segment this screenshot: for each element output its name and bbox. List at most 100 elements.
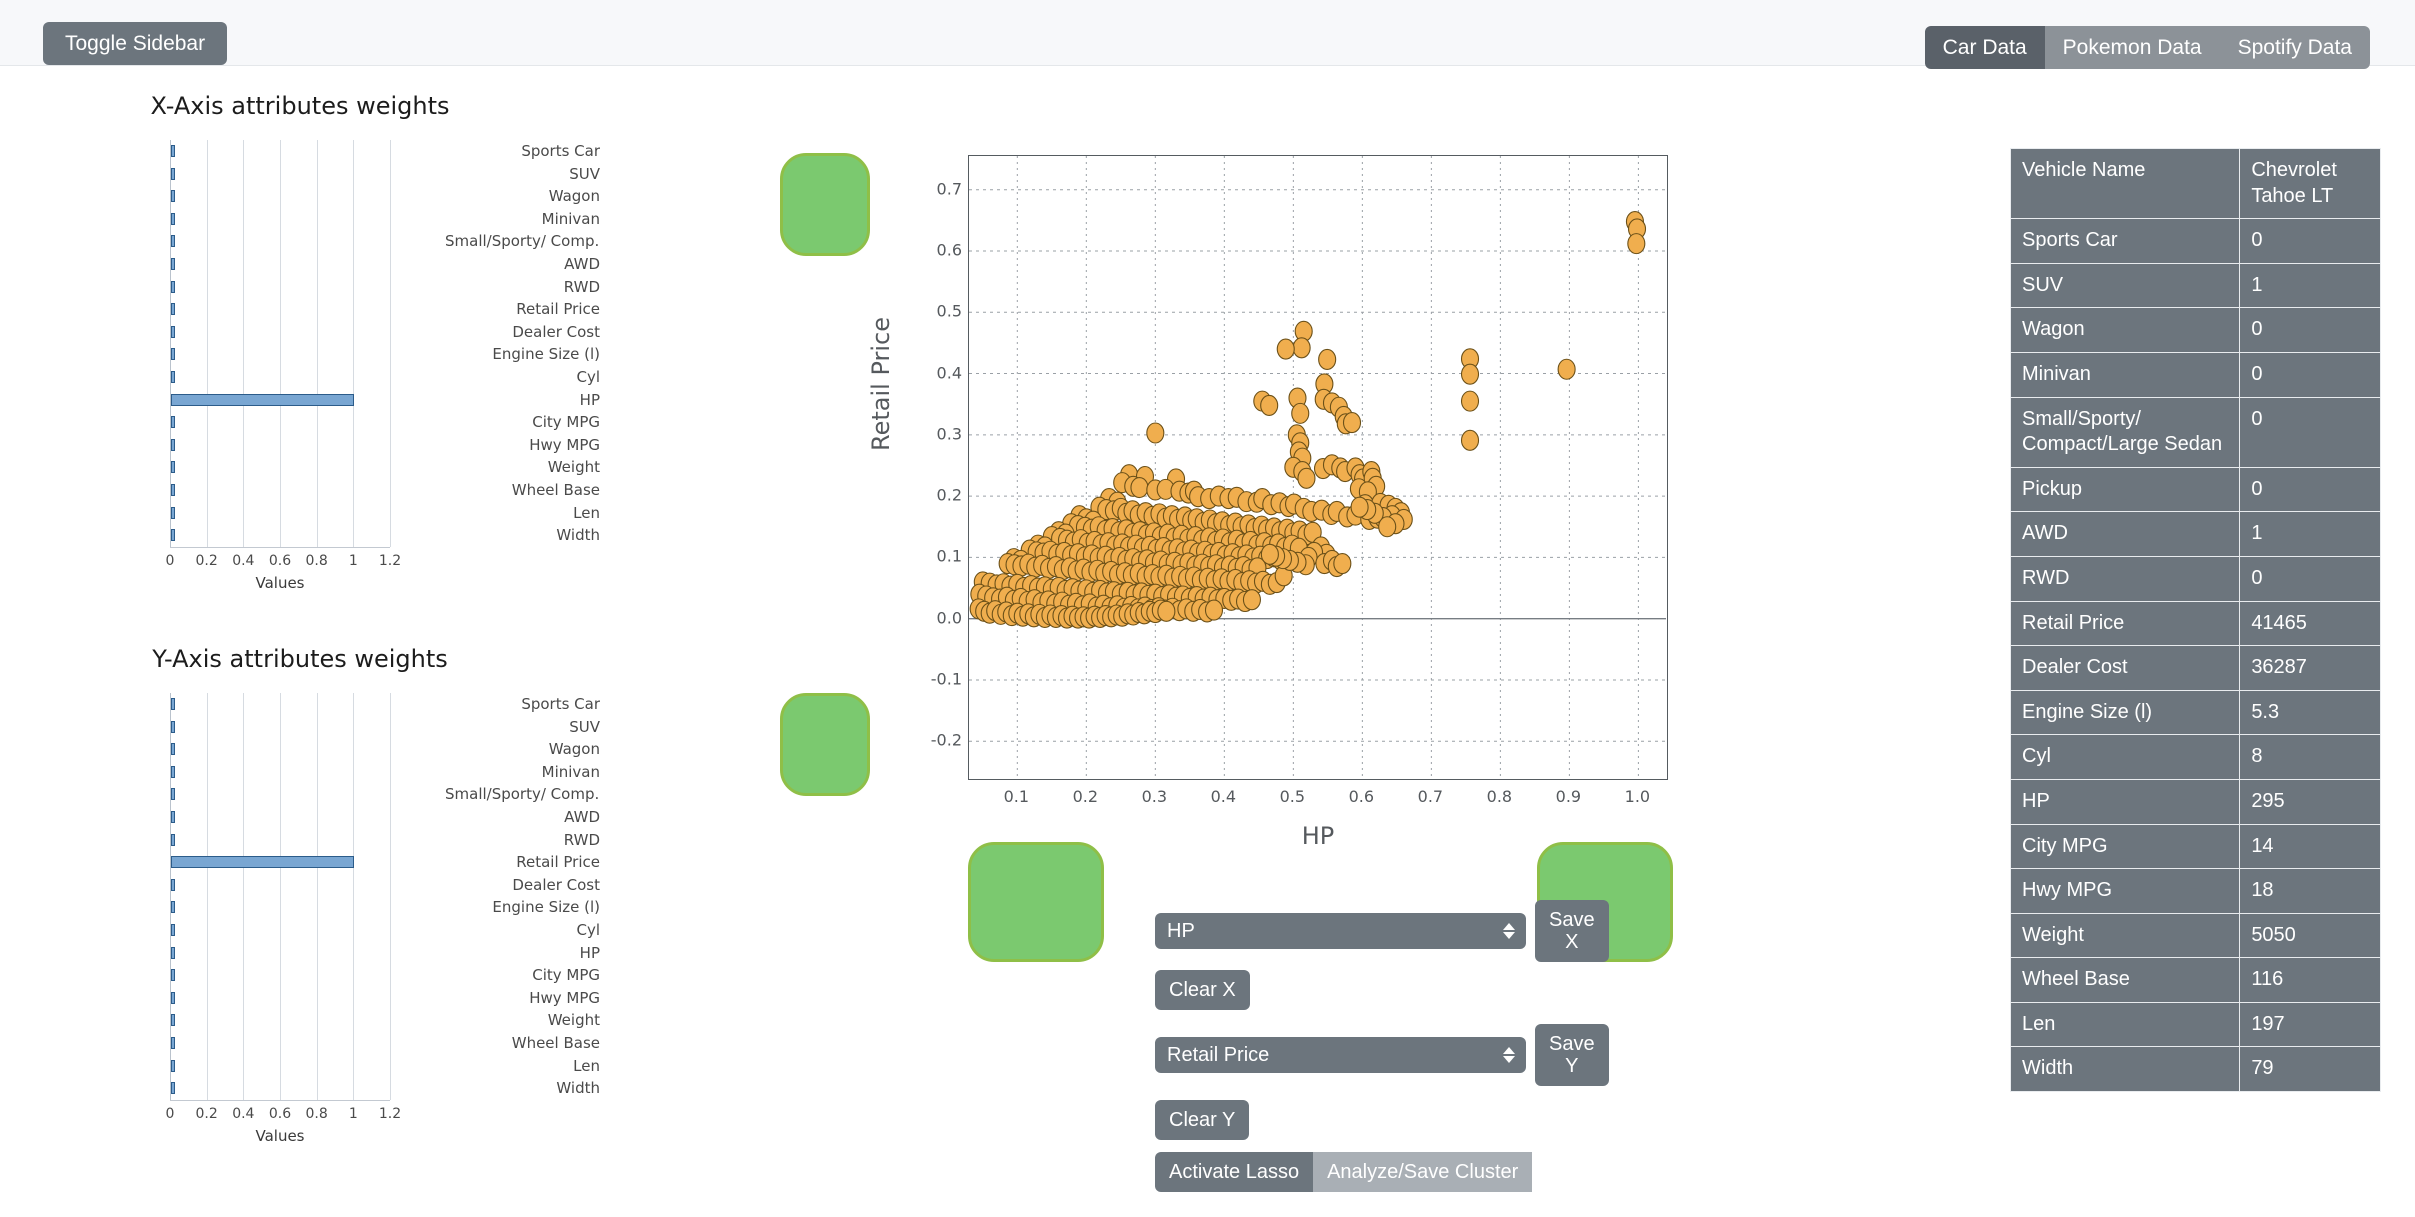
- y-weight-row[interactable]: Len: [0, 1054, 600, 1078]
- clear-x-button[interactable]: Clear X: [1155, 970, 1250, 1010]
- scatter-point[interactable]: [1318, 348, 1337, 371]
- y-weight-bar[interactable]: [171, 1082, 175, 1095]
- y-weight-bar[interactable]: [171, 743, 175, 756]
- scatter-point[interactable]: [1292, 337, 1311, 359]
- scatter-point[interactable]: [1260, 394, 1279, 416]
- y-weight-row[interactable]: HP: [0, 941, 600, 965]
- y-weight-row[interactable]: Wagon: [0, 738, 600, 761]
- y-weight-bar[interactable]: [171, 765, 175, 778]
- y-weight-row[interactable]: RWD: [0, 828, 600, 852]
- clear-y-button[interactable]: Clear Y: [1155, 1100, 1250, 1140]
- blob-bottom-left[interactable]: [968, 842, 1104, 962]
- scatter-plot[interactable]: -0.2 -0.1 0.0 0.1 0.2 0.3 0.4 0.5 0.6 0.7 0.1 0.2 0…: [931, 155, 1668, 806]
- x-weight-row[interactable]: HP: [0, 388, 600, 412]
- scatter-point[interactable]: [1276, 338, 1295, 360]
- y-weight-row[interactable]: Width: [0, 1077, 600, 1100]
- y-weight-bar[interactable]: [171, 969, 175, 982]
- scatter-point[interactable]: [1378, 516, 1397, 538]
- scatter-point[interactable]: [1460, 429, 1480, 451]
- y-weight-bar[interactable]: [171, 923, 175, 936]
- x-weight-bar[interactable]: [171, 280, 175, 293]
- x-weight-bar[interactable]: [171, 438, 175, 451]
- y-weight-row[interactable]: Weight: [0, 1009, 600, 1032]
- y-weight-row[interactable]: Sports Car: [0, 693, 600, 716]
- scatter-point[interactable]: [1460, 390, 1480, 412]
- x-weight-bar[interactable]: [171, 145, 175, 157]
- save-y-button[interactable]: Save Y: [1535, 1024, 1609, 1086]
- y-weight-row[interactable]: Minivan: [0, 760, 600, 784]
- x-weight-row[interactable]: SUV: [0, 162, 600, 186]
- x-weight-bar[interactable]: [171, 303, 175, 316]
- y-weight-row[interactable]: Cyl: [0, 918, 600, 942]
- save-x-button[interactable]: Save X: [1535, 900, 1609, 962]
- x-weight-bar[interactable]: [171, 257, 175, 270]
- scatter-point[interactable]: [1146, 422, 1165, 444]
- y-weight-row[interactable]: Wheel Base: [0, 1031, 600, 1055]
- y-weight-bar[interactable]: [171, 788, 175, 801]
- y-weight-row[interactable]: Engine Size (l): [0, 896, 600, 919]
- x-weight-row[interactable]: AWD: [0, 252, 600, 276]
- x-weight-row[interactable]: Small/Sporty/ Comp...: [0, 230, 600, 253]
- x-attribute-select[interactable]: Sports CarSUVWagonMinivanSmall/Sporty/ C…: [1155, 913, 1526, 949]
- x-weight-bar[interactable]: [171, 416, 175, 429]
- scatter-point[interactable]: [1342, 412, 1362, 434]
- analyze-save-cluster-button[interactable]: Analyze/Save Cluster: [1313, 1152, 1533, 1192]
- scatter-point[interactable]: [1627, 233, 1646, 255]
- y-weight-bar[interactable]: [171, 901, 175, 914]
- x-weight-row[interactable]: Engine Size (l): [0, 343, 600, 366]
- activate-lasso-button[interactable]: Activate Lasso: [1155, 1152, 1314, 1192]
- y-weight-row[interactable]: Small/Sporty/ Comp...: [0, 783, 600, 806]
- blob-mid-left[interactable]: [780, 693, 870, 796]
- y-weight-bar[interactable]: [171, 810, 175, 823]
- x-weight-row[interactable]: Retail Price: [0, 298, 600, 321]
- y-weight-row[interactable]: AWD: [0, 805, 600, 829]
- x-weight-bar[interactable]: [171, 529, 175, 542]
- x-weight-bar[interactable]: [171, 212, 175, 225]
- scatter-point[interactable]: [1130, 476, 1149, 499]
- x-weight-bar[interactable]: [171, 167, 175, 180]
- y-weight-bar[interactable]: [171, 878, 175, 891]
- x-weight-row[interactable]: Wagon: [0, 185, 600, 208]
- toggle-sidebar-button[interactable]: Toggle Sidebar: [43, 22, 228, 65]
- x-weight-bar[interactable]: [171, 461, 175, 474]
- y-weight-bar[interactable]: [171, 946, 175, 959]
- y-weight-bar[interactable]: [171, 1036, 175, 1049]
- scatter-point[interactable]: [1350, 496, 1369, 518]
- scatter-point[interactable]: [1333, 552, 1352, 575]
- scatter-point[interactable]: [1297, 467, 1316, 489]
- y-weight-row[interactable]: City MPG: [0, 964, 600, 987]
- x-weight-bar[interactable]: [171, 348, 175, 361]
- y-weight-bar[interactable]: [171, 720, 175, 733]
- x-weight-bar[interactable]: [171, 190, 175, 203]
- x-weight-bar[interactable]: [171, 483, 175, 496]
- y-weight-bar[interactable]: [171, 1014, 175, 1027]
- y-weight-row[interactable]: Hwy MPG: [0, 986, 600, 1010]
- x-weight-row[interactable]: Minivan: [0, 207, 600, 231]
- scatter-point[interactable]: [1460, 363, 1480, 385]
- scatter-point[interactable]: [1557, 358, 1576, 380]
- x-weight-bar[interactable]: [171, 370, 175, 383]
- scatter-point[interactable]: [1260, 543, 1279, 565]
- x-weight-row[interactable]: Dealer Cost: [0, 320, 600, 344]
- x-weight-row[interactable]: Len: [0, 501, 600, 525]
- x-weight-bar[interactable]: [171, 235, 175, 248]
- tab-car-data[interactable]: Car Data: [1924, 26, 2045, 70]
- y-weight-bar[interactable]: [171, 833, 175, 846]
- scatter-point[interactable]: [1291, 402, 1310, 424]
- y-weight-row[interactable]: SUV: [0, 715, 600, 739]
- x-weight-row[interactable]: City MPG: [0, 411, 600, 434]
- y-weight-bar[interactable]: [171, 856, 355, 869]
- blob-top-left[interactable]: [780, 153, 870, 256]
- x-weight-bar[interactable]: [171, 393, 355, 406]
- x-weight-row[interactable]: RWD: [0, 275, 600, 299]
- x-weight-row[interactable]: Wheel Base: [0, 478, 600, 502]
- y-weight-bar[interactable]: [171, 1059, 175, 1072]
- scatter-point[interactable]: [1242, 589, 1261, 611]
- y-weight-row[interactable]: Dealer Cost: [0, 873, 600, 897]
- x-weight-row[interactable]: Sports Car: [0, 140, 600, 163]
- scatter-point[interactable]: [1204, 599, 1224, 621]
- x-weight-row[interactable]: Cyl: [0, 365, 600, 389]
- x-weight-bar[interactable]: [171, 506, 175, 519]
- y-weight-bar[interactable]: [171, 991, 175, 1004]
- x-weight-row[interactable]: Width: [0, 524, 600, 547]
